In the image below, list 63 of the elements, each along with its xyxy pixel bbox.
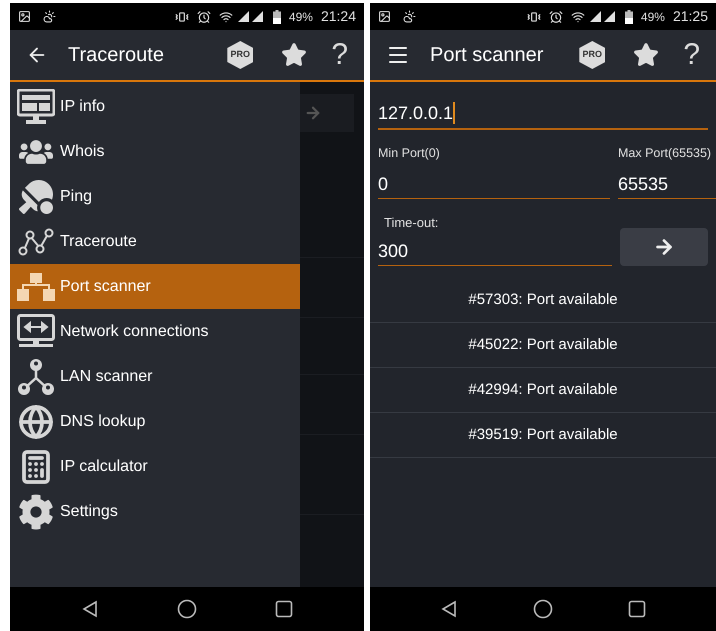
drawer-item[interactable]: IP info — [10, 84, 300, 129]
drawer-item[interactable]: Port scanner — [10, 264, 300, 309]
timeout-field[interactable]: 300 — [378, 238, 612, 266]
port-field[interactable]: 65535 — [618, 170, 716, 199]
home-icon[interactable] — [177, 599, 197, 619]
scan-button[interactable] — [620, 228, 708, 266]
wifi-icon — [570, 10, 585, 24]
star-icon[interactable] — [633, 42, 660, 68]
alarm-icon — [196, 10, 211, 24]
alarm-icon — [548, 10, 563, 24]
port-field[interactable]: 0 — [378, 170, 610, 199]
signal-icon — [236, 10, 265, 23]
monitor-arrows-icon — [17, 314, 55, 350]
pro-badge[interactable]: PRO — [579, 41, 606, 69]
drawer-item[interactable]: Whois — [10, 129, 300, 174]
drawer-item[interactable]: Ping — [10, 174, 300, 219]
image-icon — [378, 10, 391, 23]
image-icon — [18, 10, 31, 23]
battery-icon — [272, 10, 281, 24]
screen-title: Port scanner — [430, 43, 544, 68]
clock-time: 21:25 — [672, 7, 708, 26]
clock-time: 21:24 — [320, 7, 356, 26]
wifi-icon — [218, 10, 233, 24]
result-row-text: #42994: Port available — [468, 380, 618, 400]
globe-icon — [18, 404, 54, 440]
help-icon[interactable]: ? — [683, 40, 700, 70]
weather-icon — [43, 10, 56, 23]
battery-percent: 49% — [288, 8, 313, 26]
host-field[interactable]: 127.0.0.1 — [378, 98, 708, 130]
network-blocks-icon — [17, 272, 55, 300]
back-icon[interactable] — [81, 600, 99, 618]
star-icon[interactable] — [281, 42, 308, 68]
drawer-item[interactable]: Network connections — [10, 309, 300, 354]
gear-icon — [18, 494, 54, 530]
result-row-text: #39519: Port available — [468, 425, 618, 445]
route-graph-icon — [18, 228, 54, 256]
monitor-icon — [17, 88, 55, 124]
timeout-label: Time-out: — [384, 214, 440, 232]
result-row-text: #57303: Port available — [468, 290, 618, 310]
result-row-text: #45022: Port available — [468, 335, 618, 355]
drawer-item[interactable]: IP calculator — [10, 444, 300, 489]
weather-icon — [403, 10, 416, 23]
port-label: Min Port(0) — [378, 145, 441, 162]
vibrate-icon — [526, 10, 541, 24]
vibrate-icon — [174, 10, 189, 24]
recents-icon[interactable] — [275, 600, 293, 618]
drawer-item[interactable]: Settings — [10, 489, 300, 534]
battery-percent: 49% — [640, 8, 665, 26]
battery-icon — [624, 10, 633, 24]
connected-users-icon — [17, 358, 55, 396]
port-label: Max Port(65535) — [618, 145, 712, 162]
drawer-item[interactable]: DNS lookup — [10, 399, 300, 444]
ping-pong-icon — [19, 180, 53, 214]
drawer-item[interactable]: LAN scanner — [10, 354, 300, 399]
arrow-icon — [304, 104, 322, 122]
recents-icon[interactable] — [628, 600, 646, 618]
back-icon[interactable] — [440, 600, 458, 618]
signal-icon — [588, 10, 617, 23]
home-icon[interactable] — [532, 599, 553, 619]
screen-title: Traceroute — [68, 43, 164, 68]
pro-badge[interactable]: PRO — [227, 41, 254, 69]
drawer-item[interactable]: Traceroute — [10, 219, 300, 264]
help-icon[interactable]: ? — [331, 40, 348, 70]
